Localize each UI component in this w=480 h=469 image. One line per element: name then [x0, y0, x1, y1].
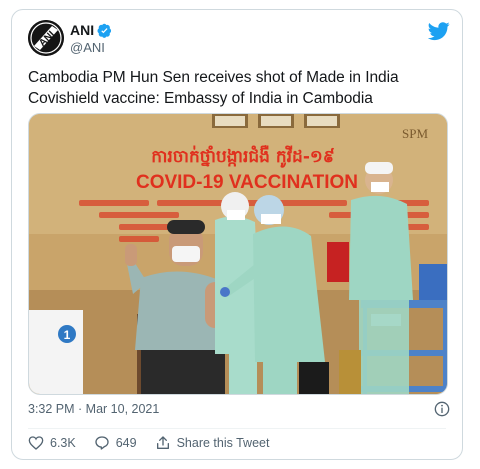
action-bar: 6.3K 649 Share this Tweet [28, 435, 287, 451]
tweet-text: Cambodia PM Hun Sen receives shot of Mad… [28, 69, 399, 107]
avatar[interactable]: ANI [28, 20, 64, 56]
share-label: Share this Tweet [176, 436, 270, 450]
like-count: 6.3K [50, 436, 76, 450]
heart-icon [28, 436, 44, 450]
display-name-text[interactable]: ANI [70, 22, 94, 38]
spm-watermark: SPM [402, 126, 428, 141]
reply-bubble-icon [95, 436, 109, 450]
tweet-timestamp[interactable]: 3:32 PM · Mar 10, 2021 [28, 402, 159, 416]
banner-title-english: COVID-19 VACCINATION [136, 172, 358, 193]
tweet-photo[interactable]: ការចាក់ថ្នាំបង្ការជំងឺ កូវីដ-១៩ COVID-19… [28, 113, 448, 395]
ani-logo-icon: ANI [28, 20, 64, 56]
vaccination-photo: ការចាក់ថ្នាំបង្ការជំងឺ កូវីដ-១៩ COVID-19… [29, 114, 447, 394]
share-upload-icon [156, 436, 169, 449]
handle[interactable]: @ANI [70, 40, 105, 55]
display-name[interactable]: ANI [70, 22, 112, 38]
reply-count: 649 [115, 436, 137, 450]
banner-title-khmer: ការចាក់ថ្នាំបង្ការជំងឺ កូវីដ-១៩ [151, 145, 335, 168]
svg-text:1: 1 [64, 328, 71, 342]
reply-button[interactable]: 649 [94, 435, 137, 451]
divider [28, 428, 446, 429]
share-button[interactable]: Share this Tweet [155, 435, 270, 451]
like-button[interactable]: 6.3K [28, 435, 76, 451]
tweet-card[interactable]: ANI ANI @ANI Cambodia PM Hun Sen receive… [11, 9, 463, 460]
verified-badge-icon [97, 23, 112, 38]
twitter-bird-icon[interactable] [428, 20, 450, 42]
info-icon[interactable] [434, 401, 450, 417]
